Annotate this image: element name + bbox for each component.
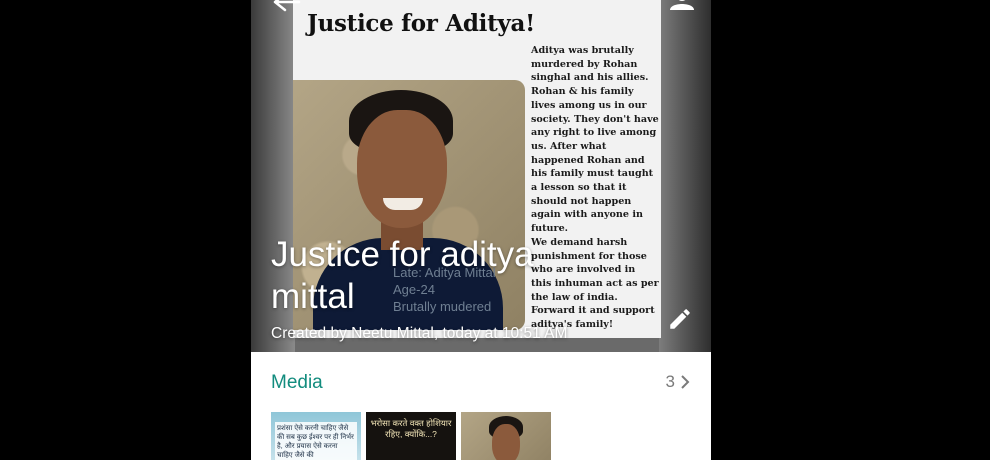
thumbnail-text: भरोसा करते वक्त होशियार रहिए, क्योंकि...…	[370, 418, 452, 439]
media-thumbnails: प्रशंसा ऐसे करनी चाहिए जैसे की सब कुछ ईश…	[271, 412, 551, 460]
group-header: Justice for Aditya! Late: Aditya Mittal …	[251, 0, 711, 352]
pencil-icon	[670, 309, 690, 329]
back-arrow-icon[interactable]	[271, 0, 301, 12]
media-thumbnail[interactable]: प्रशंसा ऐसे करनी चाहिए जैसे की सब कुछ ईश…	[271, 412, 361, 460]
person-smile	[383, 198, 423, 210]
thumbnail-face	[492, 424, 520, 460]
person-face	[357, 110, 447, 228]
media-count-link[interactable]: 3	[666, 372, 691, 392]
group-info-screen: Justice for Aditya! Late: Aditya Mittal …	[251, 0, 711, 460]
created-by-text: Created by Neetu Mittal, today at 10:51 …	[271, 325, 568, 342]
person-icon[interactable]	[667, 0, 697, 10]
chevron-right-icon	[681, 375, 690, 389]
poster-title: Justice for Aditya!	[307, 10, 535, 37]
group-name: Justice for aditya mittal	[271, 235, 534, 316]
media-label: Media	[271, 372, 323, 393]
thumbnail-text: प्रशंसा ऐसे करनी चाहिए जैसे की सब कुछ ईश…	[275, 422, 357, 460]
media-count: 3	[665, 372, 675, 391]
header-blur-right	[659, 0, 711, 352]
edit-button[interactable]	[663, 302, 697, 336]
media-thumbnail[interactable]: भरोसा करते वक्त होशियार रहिए, क्योंकि...…	[366, 412, 456, 460]
media-thumbnail[interactable]	[461, 412, 551, 460]
media-section: Media 3 प्रशंसा ऐसे करनी चाहिए जैसे की स…	[251, 352, 711, 460]
